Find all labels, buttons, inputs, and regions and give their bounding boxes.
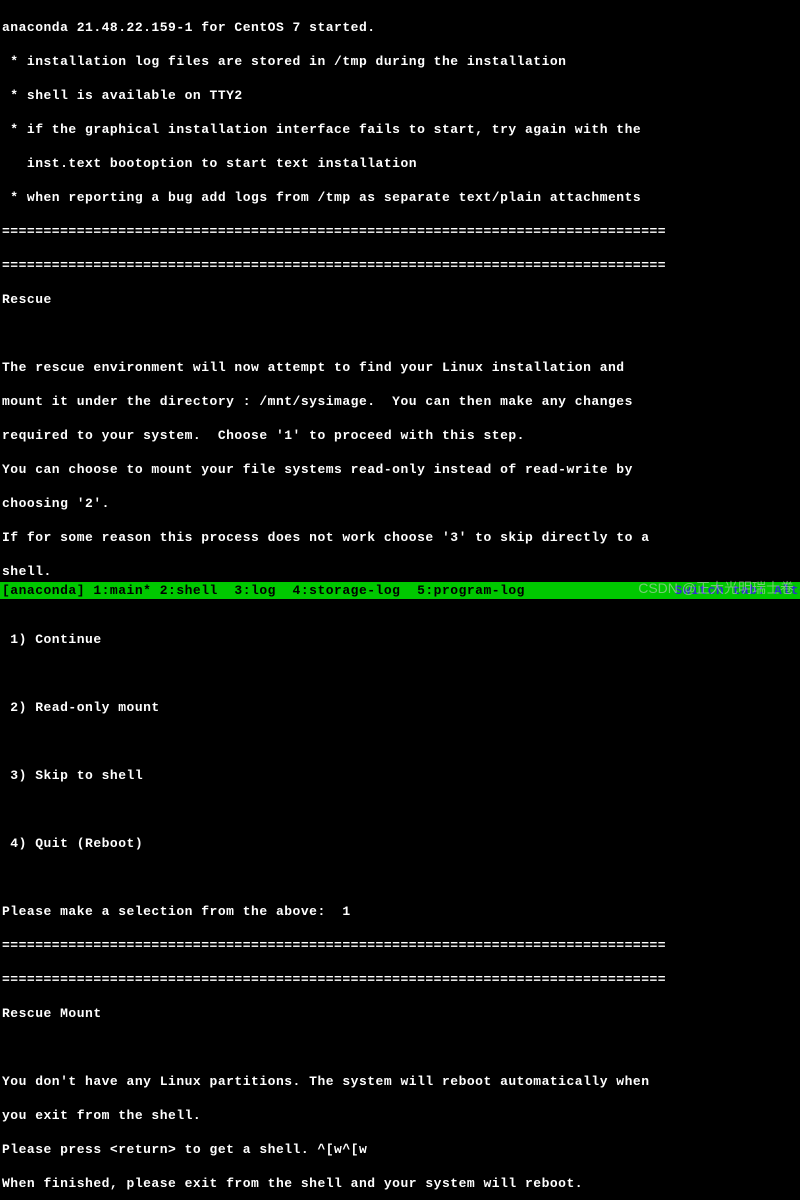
watermark: CSDN @正大光明瑞士卷 — [638, 580, 794, 597]
blank-line — [2, 733, 798, 750]
separator: ========================================… — [2, 971, 798, 988]
header-line: * when reporting a bug add logs from /tm… — [2, 189, 798, 206]
menu-option-continue[interactable]: 1) Continue — [2, 631, 798, 648]
rescue-text: mount it under the directory : /mnt/sysi… — [2, 393, 798, 410]
rescue-text: shell. — [2, 563, 798, 580]
mount-text: Please press <return> to get a shell. ^[… — [2, 1141, 798, 1158]
separator: ========================================… — [2, 257, 798, 274]
rescue-text: If for some reason this process does not… — [2, 529, 798, 546]
blank-line — [2, 325, 798, 342]
rescue-text: You can choose to mount your file system… — [2, 461, 798, 478]
terminal-screen: anaconda 21.48.22.159-1 for CentOS 7 sta… — [0, 0, 800, 1200]
blank-line — [2, 869, 798, 886]
selection-prompt[interactable]: Please make a selection from the above: … — [2, 903, 798, 920]
menu-option-readonly[interactable]: 2) Read-only mount — [2, 699, 798, 716]
blank-line — [2, 1039, 798, 1056]
rescue-title: Rescue — [2, 291, 798, 308]
header-line: anaconda 21.48.22.159-1 for CentOS 7 sta… — [2, 19, 798, 36]
separator: ========================================… — [2, 937, 798, 954]
separator: ========================================… — [2, 223, 798, 240]
status-left: [anaconda] 1:main* 2:shell 3:log 4:stora… — [2, 583, 525, 598]
header-line: * shell is available on TTY2 — [2, 87, 798, 104]
mount-text: You don't have any Linux partitions. The… — [2, 1073, 798, 1090]
header-line: * installation log files are stored in /… — [2, 53, 798, 70]
blank-line — [2, 801, 798, 818]
rescue-text: The rescue environment will now attempt … — [2, 359, 798, 376]
mount-text: you exit from the shell. — [2, 1107, 798, 1124]
rescue-text: required to your system. Choose '1' to p… — [2, 427, 798, 444]
header-line: * if the graphical installation interfac… — [2, 121, 798, 138]
header-line: inst.text bootoption to start text insta… — [2, 155, 798, 172]
mount-text: When finished, please exit from the shel… — [2, 1175, 798, 1192]
blank-line — [2, 665, 798, 682]
menu-option-skip[interactable]: 3) Skip to shell — [2, 767, 798, 784]
menu-option-quit[interactable]: 4) Quit (Reboot) — [2, 835, 798, 852]
selection-value: 1 — [342, 904, 350, 919]
rescue-mount-title: Rescue Mount — [2, 1005, 798, 1022]
rescue-text: choosing '2'. — [2, 495, 798, 512]
